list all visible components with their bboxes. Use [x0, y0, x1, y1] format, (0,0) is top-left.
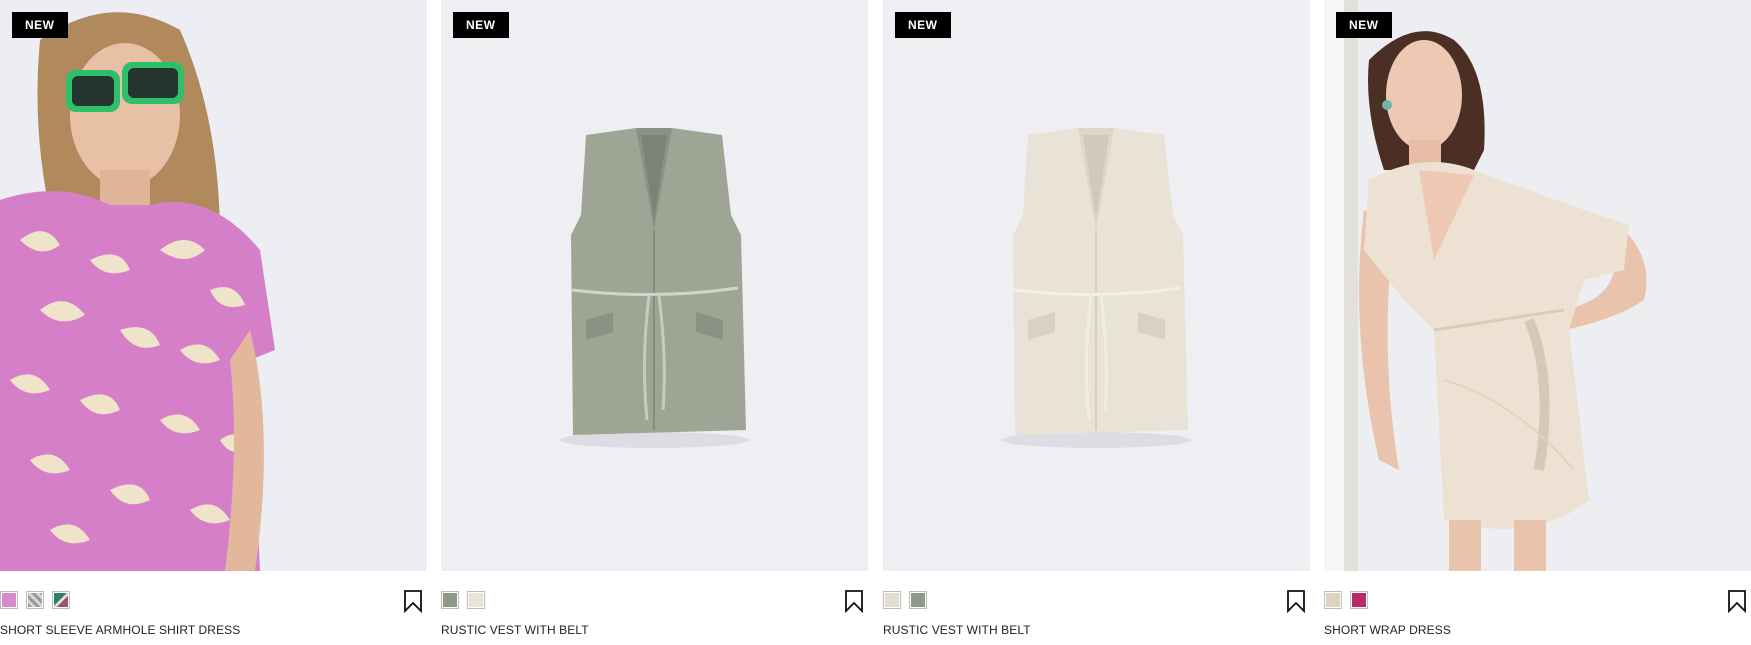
- color-swatches: [883, 591, 927, 609]
- new-badge: NEW: [1336, 12, 1392, 38]
- new-badge: NEW: [895, 12, 951, 38]
- product-name[interactable]: RUSTIC VEST WITH BELT: [883, 623, 1031, 637]
- product-card[interactable]: NEW RUSTIC VEST WITH BELT: [883, 0, 1310, 645]
- product-name[interactable]: SHORT SLEEVE ARMHOLE SHIRT DRESS: [0, 623, 240, 637]
- product-name[interactable]: RUSTIC VEST WITH BELT: [441, 623, 589, 637]
- swatch-magenta[interactable]: [1350, 591, 1368, 609]
- product-image[interactable]: NEW: [441, 0, 868, 571]
- swatch-fill: [443, 593, 457, 607]
- color-swatches: [1324, 591, 1368, 609]
- bookmark-icon[interactable]: [1284, 589, 1308, 613]
- product-grid: NEW SHORT SLEEVE ARMHOLE SHIRT DRESS NEW…: [0, 0, 1751, 645]
- bookmark-icon[interactable]: [842, 589, 866, 613]
- product-name[interactable]: SHORT WRAP DRESS: [1324, 623, 1451, 637]
- swatch-green[interactable]: [441, 591, 459, 609]
- product-meta: SHORT WRAP DRESS: [1324, 571, 1751, 645]
- swatch-pink-leaf-print[interactable]: [0, 591, 18, 609]
- pink-leaf-print-shirt-dress-model-photo: [0, 0, 427, 571]
- swatch-green-abstract-print[interactable]: [52, 591, 70, 609]
- product-meta: RUSTIC VEST WITH BELT: [441, 571, 868, 645]
- product-image[interactable]: NEW: [883, 0, 1310, 571]
- product-meta: SHORT SLEEVE ARMHOLE SHIRT DRESS: [0, 571, 427, 645]
- product-image[interactable]: NEW: [1324, 0, 1751, 571]
- green-belted-vest-product-photo: [441, 0, 868, 571]
- bookmark-icon[interactable]: [401, 589, 425, 613]
- color-swatches: [441, 591, 485, 609]
- swatch-cream[interactable]: [883, 591, 901, 609]
- swatch-fill: [911, 593, 925, 607]
- swatch-fill: [1326, 593, 1340, 607]
- product-card[interactable]: NEW: [0, 0, 427, 645]
- cream-belted-vest-product-photo: [883, 0, 1310, 571]
- swatch-fill: [469, 593, 483, 607]
- bookmark-icon[interactable]: [1725, 589, 1749, 613]
- swatch-fill: [885, 593, 899, 607]
- swatch-green[interactable]: [909, 591, 927, 609]
- swatch-beige[interactable]: [1324, 591, 1342, 609]
- product-meta: RUSTIC VEST WITH BELT: [883, 571, 1310, 645]
- swatch-cream[interactable]: [467, 591, 485, 609]
- color-swatches: [0, 591, 70, 609]
- product-card[interactable]: NEW RUSTIC VEST WITH BELT: [441, 0, 868, 645]
- new-badge: NEW: [12, 12, 68, 38]
- product-image[interactable]: NEW: [0, 0, 427, 571]
- swatch-fill: [1352, 593, 1366, 607]
- swatch-grey-geometric-print[interactable]: [26, 591, 44, 609]
- product-card[interactable]: NEW: [1324, 0, 1751, 645]
- new-badge: NEW: [453, 12, 509, 38]
- beige-wrap-dress-model-photo: [1324, 0, 1751, 571]
